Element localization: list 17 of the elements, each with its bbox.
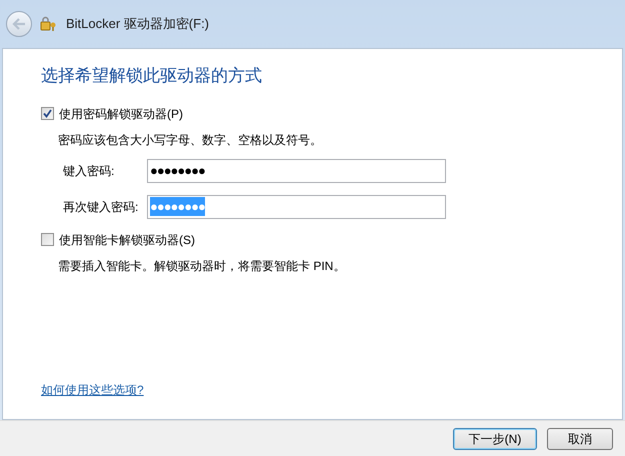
checkbox[interactable]: [41, 107, 54, 120]
back-button[interactable]: [6, 11, 32, 37]
back-arrow-icon: [12, 18, 26, 30]
field-label: 键入密码:: [63, 162, 116, 180]
option-description: 需要插入智能卡。解锁驱动器时，将需要智能卡 PIN。: [58, 258, 346, 274]
option-description: 密码应该包含大小写字母、数字、空格以及符号。: [58, 132, 323, 148]
checkbox-label: 使用密码解锁驱动器(P): [59, 106, 183, 122]
lock-key-icon: [40, 16, 58, 32]
page-heading: 选择希望解锁此驱动器的方式: [41, 65, 263, 87]
cancel-button[interactable]: 取消: [547, 428, 613, 450]
checkbox[interactable]: [41, 233, 54, 246]
help-link[interactable]: 如何使用这些选项?: [41, 383, 144, 397]
next-button[interactable]: 下一步(N): [453, 428, 537, 450]
field-label: 再次键入密码:: [63, 198, 140, 216]
checkbox-label: 使用智能卡解锁驱动器(S): [59, 232, 195, 248]
password-field[interactable]: ●●●●●●●●: [147, 158, 446, 182]
window-title: BitLocker 驱动器加密(F:): [66, 15, 210, 34]
